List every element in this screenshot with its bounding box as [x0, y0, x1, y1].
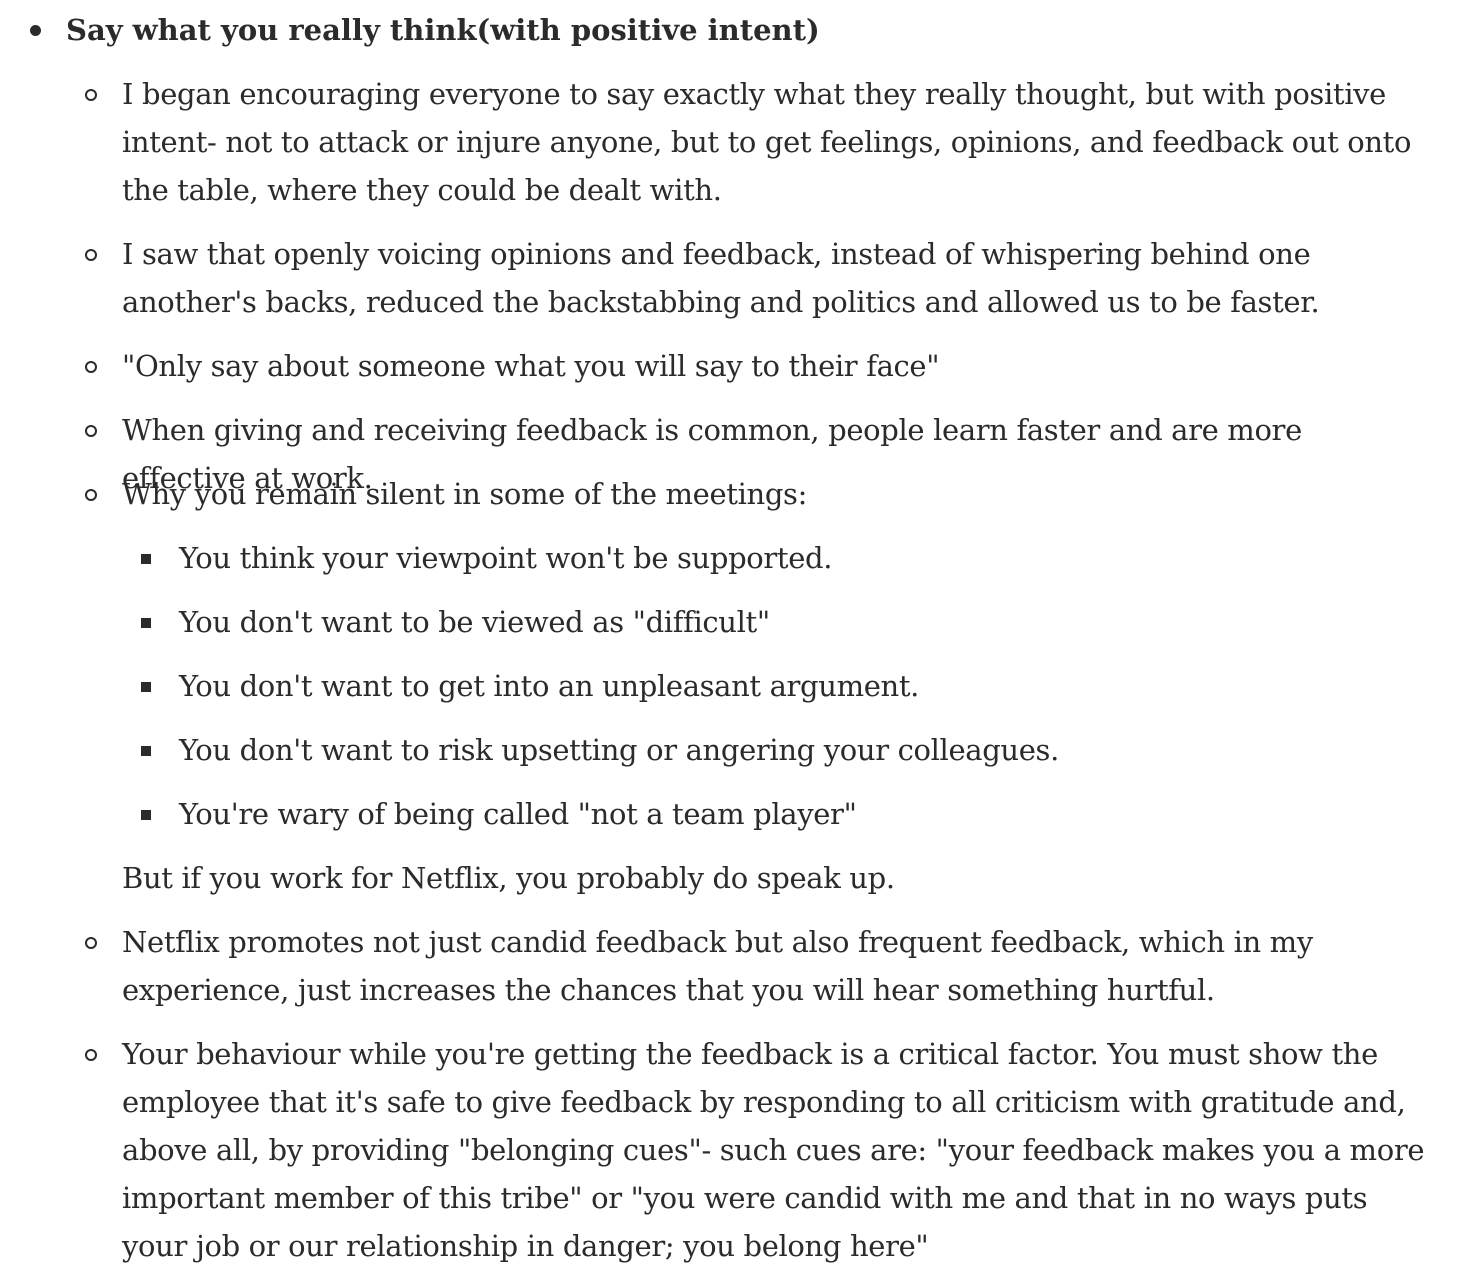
bullet-circle-icon: [85, 249, 97, 261]
list-item: Why you remain silent in some of the mee…: [122, 477, 808, 511]
bullet-square-icon: [141, 682, 151, 692]
sub-list-item: You don't want to be viewed as "difficul…: [179, 605, 770, 639]
bullet-square-icon: [141, 618, 151, 628]
bullet-circle-icon: [85, 425, 97, 437]
list-item: I saw that openly voicing opinions and f…: [122, 237, 1320, 319]
list-item: Your behaviour while you're getting the …: [122, 1037, 1425, 1263]
bullet-circle-icon: [85, 89, 97, 101]
bullet-square-icon: [141, 810, 151, 820]
document-page: Say what you really think(with positive …: [0, 0, 1472, 1288]
list-item: I began encouraging everyone to say exac…: [122, 77, 1412, 207]
sub-list-item: You think your viewpoint won't be suppor…: [179, 541, 833, 575]
list-item: Netflix promotes not just candid feedbac…: [122, 925, 1313, 1007]
bullet-circle-icon: [85, 937, 97, 949]
section-heading: Say what you really think(with positive …: [66, 13, 820, 47]
sub-list-item: You don't want to get into an unpleasant…: [179, 669, 920, 703]
sub-list-item: You don't want to risk upsetting or ange…: [179, 733, 1059, 767]
bullet-circle-icon: [85, 361, 97, 373]
bullet-circle-icon: [85, 489, 97, 501]
bullet-disc-icon: [30, 25, 41, 36]
list-item: "Only say about someone what you will sa…: [122, 349, 940, 383]
bullet-square-icon: [141, 554, 151, 564]
sub-list-item: You're wary of being called "not a team …: [179, 797, 857, 831]
bullet-square-icon: [141, 746, 151, 756]
bullet-circle-icon: [85, 1049, 97, 1061]
netflix-note: But if you work for Netflix, you probabl…: [122, 861, 895, 895]
